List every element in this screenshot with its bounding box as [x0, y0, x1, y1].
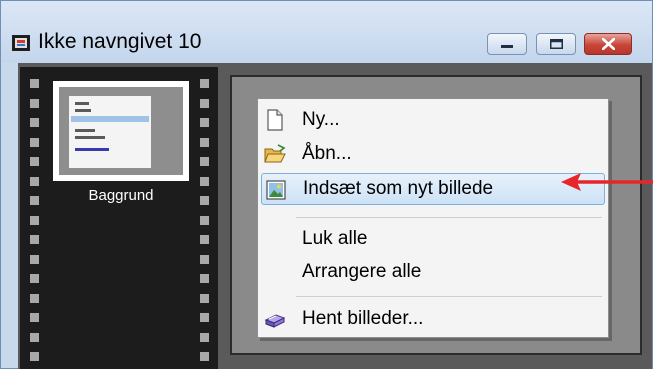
menu-item-get-images[interactable]: Hent billeder...	[258, 303, 608, 335]
film-sprocket-hole	[200, 332, 209, 342]
film-sprocket-hole	[30, 313, 39, 322]
film-sprocket-hole	[200, 215, 209, 225]
app-window: Ikke navngivet 10 Baggrund Ny... Åbn... …	[0, 0, 653, 369]
thumbnail-preview	[59, 87, 183, 175]
thumbnail-mini-menu	[69, 96, 151, 168]
film-sprocket-hole	[30, 352, 39, 361]
layer-name: Baggrund	[88, 187, 154, 204]
menu-item-open[interactable]: Åbn...	[258, 138, 608, 170]
film-sprocket-hole	[200, 235, 209, 244]
menu-item-close-all[interactable]: Luk alle	[258, 223, 608, 255]
title-bar[interactable]: Ikke navngivet 10	[1, 1, 652, 63]
film-sprocket-hole	[30, 79, 39, 88]
film-sprocket-hole	[30, 118, 39, 127]
context-menu: Ny... Åbn... Indsæt som nyt billede Luk …	[257, 98, 609, 338]
film-sprocket-hole	[200, 79, 209, 88]
close-icon	[602, 38, 615, 50]
film-sprocket-hole	[30, 137, 39, 147]
annotation-arrow-icon	[561, 173, 653, 191]
scanner-icon	[264, 314, 286, 328]
film-sprocket-hole	[30, 254, 39, 264]
paste-image-icon	[266, 180, 286, 200]
film-sprocket-hole	[200, 352, 209, 361]
menu-item-label: Indsæt som nyt billede	[303, 178, 494, 199]
film-sprocket-hole	[200, 274, 209, 283]
maximize-icon	[550, 39, 563, 49]
film-sprocket-hole	[200, 254, 209, 264]
open-folder-icon	[264, 144, 286, 163]
menu-item-paste-as-new-image[interactable]: Indsæt som nyt billede	[261, 173, 605, 205]
film-sprocket-hole	[200, 293, 209, 303]
menu-item-label: Hent billeder...	[302, 308, 424, 329]
menu-separator	[296, 217, 602, 218]
film-sprocket-hole	[30, 332, 39, 342]
minimize-icon	[501, 45, 513, 48]
close-button[interactable]	[584, 33, 632, 55]
film-sprocket-hole	[30, 157, 39, 166]
film-sprocket-hole	[200, 176, 209, 186]
menu-item-label: Åbn...	[302, 143, 352, 164]
film-sprocket-hole	[200, 313, 209, 322]
menu-item-arrange-all[interactable]: Arrangere alle	[258, 256, 608, 288]
film-sprocket-hole	[200, 98, 209, 108]
film-sprocket-hole	[30, 98, 39, 108]
film-sprocket-hole	[30, 215, 39, 225]
window-title: Ikke navngivet 10	[38, 30, 202, 53]
menu-item-label: Ny...	[302, 109, 340, 130]
film-sprocket-hole	[200, 118, 209, 127]
new-document-icon	[267, 109, 283, 131]
menu-separator	[296, 296, 602, 297]
film-sprocket-hole	[30, 293, 39, 303]
film-sprocket-hole	[30, 196, 39, 205]
film-sprocket-hole	[30, 176, 39, 186]
film-sprocket-hole	[200, 157, 209, 166]
film-sprocket-hole	[200, 137, 209, 147]
layer-thumbnail[interactable]	[53, 81, 189, 181]
filmstrip-app-icon	[12, 35, 30, 51]
menu-item-new[interactable]: Ny...	[258, 104, 608, 136]
maximize-button[interactable]	[536, 33, 576, 55]
minimize-button[interactable]	[487, 33, 527, 55]
film-sprocket-hole	[30, 235, 39, 244]
film-sprocket-hole	[30, 274, 39, 283]
menu-item-label: Arrangere alle	[302, 261, 422, 282]
menu-item-label: Luk alle	[302, 228, 368, 249]
film-sprocket-hole	[200, 196, 209, 205]
